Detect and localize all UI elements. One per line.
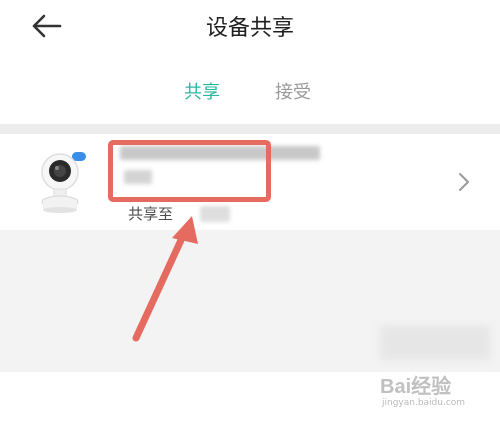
empty-area xyxy=(0,230,500,372)
share-target-redacted xyxy=(200,206,230,222)
watermark-brand: Bai经验 xyxy=(380,376,452,398)
share-target-label: 共享至 xyxy=(128,205,174,223)
tab-share[interactable]: 共享 xyxy=(184,78,220,104)
camera-icon xyxy=(38,152,88,214)
watermark-logo: Bai经验 jingyan.baidu.com xyxy=(380,370,495,418)
section-divider xyxy=(0,124,500,134)
annotation-highlight-box xyxy=(108,140,271,202)
header-bar: 设备共享 xyxy=(0,0,500,52)
watermark-url: jingyan.baidu.com xyxy=(382,398,466,408)
chevron-right-icon xyxy=(454,170,474,194)
tab-bar: 共享 接受 xyxy=(0,52,500,124)
page-title: 设备共享 xyxy=(205,16,294,41)
tab-accept[interactable]: 接受 xyxy=(275,78,311,104)
redacted-block xyxy=(380,326,490,360)
